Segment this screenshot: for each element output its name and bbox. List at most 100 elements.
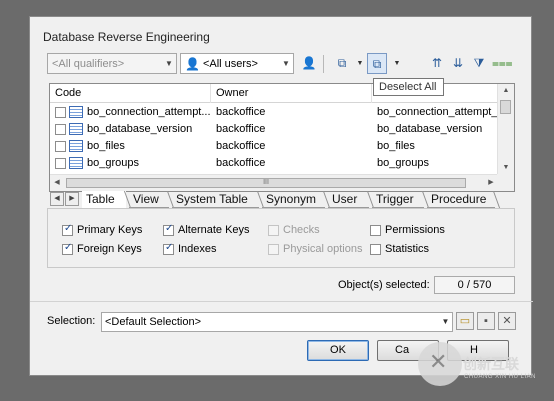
alternate-keys-checkbox[interactable]: Alternate Keys	[163, 223, 250, 237]
physical-options-checkbox: Physical options	[268, 242, 363, 256]
object-list: Code Owner Name bo_connection_attempt...…	[49, 83, 515, 192]
select-all-icon: ⧉	[337, 56, 347, 70]
deselect-all-dropdown[interactable]: ▼	[387, 53, 407, 74]
reverse-engineering-dialog: Database Reverse Engineering <All qualif…	[29, 16, 533, 376]
row-checkbox[interactable]	[55, 141, 66, 152]
save-icon: ▪	[484, 315, 488, 327]
chevron-down-icon: ▼	[282, 59, 290, 68]
row-code: bo_files	[87, 140, 125, 152]
checkbox-icon	[268, 224, 279, 236]
object-type-tabs: ◀ ▶ Table View System Table Synonym User…	[49, 191, 515, 208]
physical-options-label: Physical options	[283, 243, 363, 255]
statistics-checkbox[interactable]: Statistics	[370, 242, 429, 256]
owner-select[interactable]: 👤 <All users> ▼	[180, 53, 294, 74]
delete-icon: ✕	[502, 315, 512, 327]
foreign-keys-checkbox[interactable]: Foreign Keys	[62, 242, 142, 256]
horizontal-scrollbar[interactable]: ◀ III ▶	[50, 174, 498, 191]
checkbox-icon	[268, 243, 279, 255]
ok-button[interactable]: OK	[307, 340, 369, 361]
table-row[interactable]: bo_groups backoffice bo_groups	[50, 155, 498, 172]
row-name: bo_database_version	[377, 123, 483, 135]
open-selection-button[interactable]: ▭	[456, 312, 474, 330]
select-all-button[interactable]: ⧉	[332, 53, 352, 74]
tab-trigger[interactable]: Trigger	[372, 191, 424, 208]
table-icon	[69, 106, 83, 118]
vertical-scroll-thumb[interactable]	[500, 100, 511, 114]
tab-view[interactable]: View	[129, 191, 169, 208]
column-owner[interactable]: Owner	[211, 84, 372, 103]
tab-table[interactable]: Table	[82, 191, 126, 208]
row-owner: backoffice	[216, 106, 266, 118]
row-code: bo_connection_attempt...	[87, 106, 211, 118]
horizontal-scroll-thumb[interactable]: III	[66, 178, 466, 188]
user-filter-button[interactable]: 👤	[299, 53, 319, 74]
filter-button[interactable]: ⧩	[469, 53, 489, 74]
delete-selection-button[interactable]: ✕	[498, 312, 516, 330]
qualifier-select[interactable]: <All qualifiers> ▼	[47, 53, 177, 74]
selected-count-value: 0 / 570	[434, 276, 515, 294]
primary-keys-checkbox[interactable]: Primary Keys	[62, 223, 142, 237]
tab-system-table[interactable]: System Table	[172, 191, 259, 208]
row-code: bo_database_version	[87, 123, 193, 135]
tab-synonym[interactable]: Synonym	[262, 191, 325, 208]
user-filter-icon: 👤	[301, 56, 317, 70]
filter-clear-button[interactable]: ⩶	[492, 53, 513, 74]
filter-icon: ⧩	[473, 56, 485, 70]
row-checkbox[interactable]	[55, 107, 66, 118]
vertical-scrollbar[interactable]: ▲ ▼	[497, 84, 514, 175]
divider	[30, 301, 533, 302]
permissions-label: Permissions	[385, 224, 445, 236]
qualifier-value: <All qualifiers>	[52, 57, 125, 70]
checkbox-icon	[62, 242, 73, 255]
tab-procedure[interactable]: Procedure	[427, 191, 495, 208]
table-row[interactable]: bo_files backoffice bo_files	[50, 138, 498, 155]
scroll-down-icon[interactable]: ▼	[498, 161, 514, 175]
row-checkbox[interactable]	[55, 124, 66, 135]
selection-value: <Default Selection>	[105, 316, 202, 328]
selected-count-label: Object(s) selected:	[338, 279, 430, 291]
tab-user[interactable]: User	[328, 191, 369, 208]
checks-label: Checks	[283, 224, 320, 236]
row-checkbox[interactable]	[55, 158, 66, 169]
arrow-down-icon: ⇊	[452, 56, 464, 70]
statistics-label: Statistics	[385, 243, 430, 255]
toolbar: <All qualifiers> ▼ 👤 <All users> ▼ 👤 ⧉ ▼…	[47, 53, 517, 75]
permissions-checkbox[interactable]: Permissions	[370, 223, 445, 237]
user-icon: 👤	[185, 56, 200, 71]
row-owner: backoffice	[216, 123, 266, 135]
tab-scroll-left-icon[interactable]: ◀	[50, 192, 64, 206]
tab-scroll-right-icon[interactable]: ▶	[65, 192, 79, 206]
checkbox-icon	[163, 242, 174, 255]
arrow-up-icon: ⇈	[431, 56, 443, 70]
foreign-keys-label: Foreign Keys	[77, 243, 142, 255]
table-row[interactable]: bo_connection_attempt... backoffice bo_c…	[50, 104, 498, 121]
alternate-keys-label: Alternate Keys	[178, 224, 250, 236]
checkbox-icon	[163, 223, 174, 236]
selection-combo[interactable]: <Default Selection> ▼	[101, 312, 453, 332]
row-owner: backoffice	[216, 140, 266, 152]
scroll-up-icon[interactable]: ▲	[498, 84, 514, 98]
select-up-button[interactable]: ⇈	[427, 53, 447, 74]
checkbox-icon	[370, 243, 381, 255]
scroll-right-icon[interactable]: ▶	[484, 175, 498, 191]
chevron-down-icon: ▼	[165, 59, 173, 68]
retrieval-options: Primary Keys Foreign Keys Alternate Keys…	[47, 208, 515, 268]
indexes-checkbox[interactable]: Indexes	[163, 242, 217, 256]
watermark-icon	[418, 342, 462, 386]
folder-icon: ▭	[459, 315, 471, 327]
table-icon	[69, 123, 83, 135]
select-down-button[interactable]: ⇊	[448, 53, 468, 74]
primary-keys-label: Primary Keys	[77, 224, 143, 236]
deselect-all-tooltip: Deselect All	[373, 78, 444, 96]
deselect-all-button[interactable]: ⧉	[367, 53, 387, 74]
chevron-down-icon: ▼	[441, 317, 450, 326]
deselect-all-icon: ⧉	[372, 57, 382, 71]
watermark-logo: 创新互联 CHUANG XIN HU LIAN	[413, 340, 553, 398]
table-row[interactable]: bo_database_version backoffice bo_databa…	[50, 121, 498, 138]
toolbar-separator	[323, 55, 324, 73]
column-code[interactable]: Code	[50, 84, 211, 103]
watermark-name: 创新互联	[463, 356, 519, 372]
save-selection-button[interactable]: ▪	[477, 312, 495, 330]
scroll-left-icon[interactable]: ◀	[50, 175, 64, 191]
scroll-corner	[497, 174, 514, 191]
